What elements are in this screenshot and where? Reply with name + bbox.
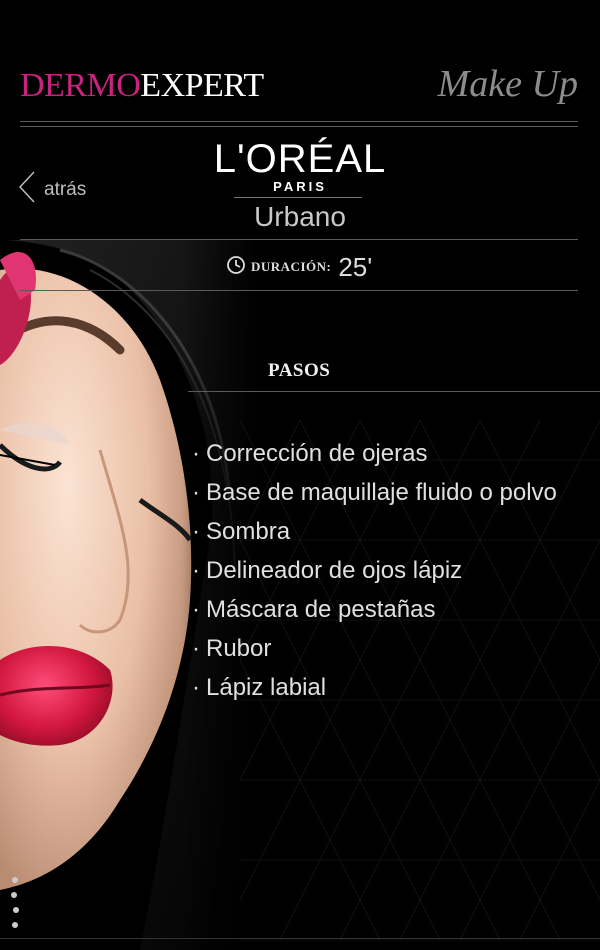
header-divider-1 <box>20 121 578 122</box>
look-name: Urbano <box>254 201 346 232</box>
step-item: Sombra <box>192 512 557 551</box>
duration-row: DURACIÓN: 25' <box>226 252 372 282</box>
loreal-logo: L'ORÉAL PARIS <box>200 137 400 198</box>
back-label: atrás <box>44 178 87 200</box>
brand-dermo: DERMO <box>20 67 141 104</box>
step-item: Corrección de ojeras <box>192 434 557 473</box>
step-item: Lápiz labial <box>192 668 557 707</box>
header-divider-2 <box>20 126 578 127</box>
step-item: Delineador de ojos lápiz <box>192 551 557 590</box>
back-button[interactable]: atrás <box>18 170 86 209</box>
step-item: Rubor <box>192 629 557 668</box>
step-item: Base de maquillaje fluido o polvo <box>192 473 557 512</box>
steps-list: Corrección de ojeras Base de maquillaje … <box>192 434 557 707</box>
duration-divider <box>20 290 578 291</box>
chevron-left-icon <box>18 170 36 209</box>
section-title: Make Up <box>437 63 578 105</box>
duration-label: DURACIÓN: <box>251 259 332 274</box>
footer-divider <box>0 938 600 939</box>
logo-sub-text: PARIS <box>273 179 327 194</box>
app-logo: DERMOEXPERT <box>20 66 264 106</box>
steps-title: PASOS <box>268 360 331 381</box>
clock-icon <box>226 255 246 280</box>
steps-divider <box>188 391 600 392</box>
duration-value: 25' <box>338 252 373 282</box>
step-item: Máscara de pestañas <box>192 590 557 629</box>
logo-main-text: L'ORÉAL <box>213 137 387 181</box>
brand-expert: EXPERT <box>140 67 264 104</box>
logo-divider <box>234 197 362 198</box>
